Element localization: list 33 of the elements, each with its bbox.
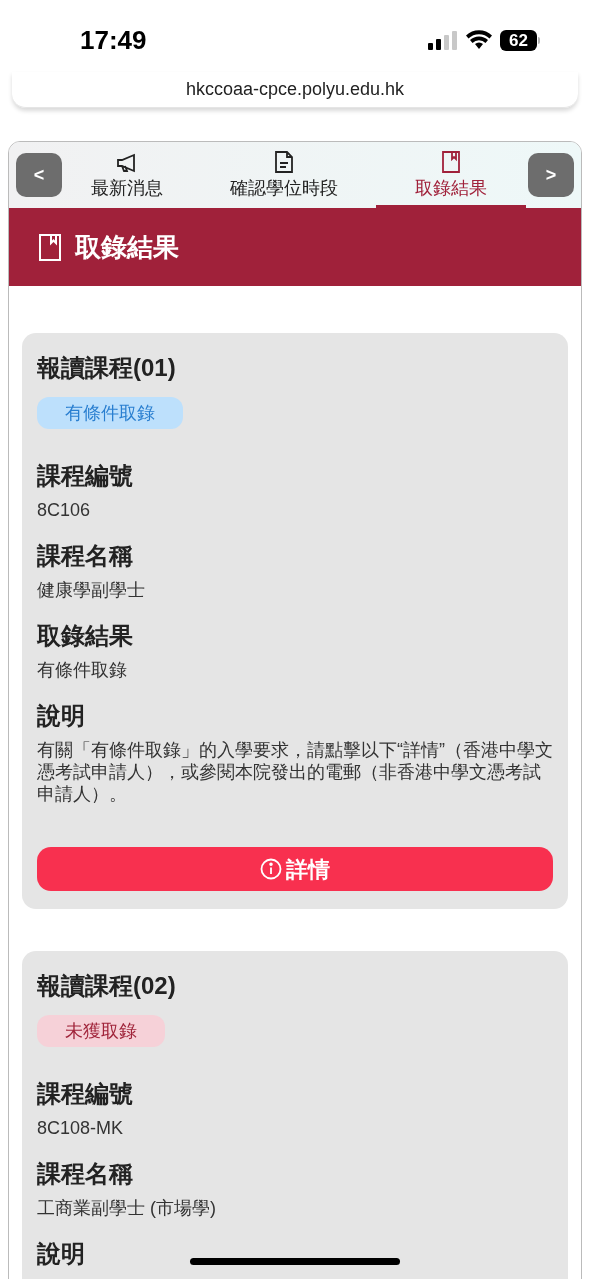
url-text[interactable]: hkccoaa-cpce.polyu.edu.hk (185, 76, 405, 103)
battery-icon: 62 (500, 29, 537, 51)
section-title: 取錄結果 (75, 230, 179, 264)
status-badge: 有條件取錄 (37, 397, 183, 429)
field-value: 有條件取錄 (37, 659, 128, 681)
field-value: 工商業副學士 (市場學) (37, 1197, 217, 1219)
info-icon (260, 858, 282, 880)
field-value: 有關「有條件取錄」的入學要求，請點擊以下“詳情”（香港中學文憑考試申請人），或參閱本院發出的電郵（非香港中學文憑考試申請人）。 (37, 739, 553, 805)
signal-icon (428, 30, 458, 50)
field-value: 8C108-MK (37, 1117, 125, 1139)
field-label: 課程名稱 (37, 1159, 133, 1189)
field-label: 說明 (37, 1239, 85, 1269)
field-value: 健康學副學士 (37, 579, 146, 601)
field-label: 課程編號 (37, 461, 133, 491)
bookmark-icon (442, 151, 460, 173)
megaphone-icon (116, 153, 138, 173)
field-label: 課程名稱 (37, 541, 133, 571)
field-label: 課程編號 (37, 1079, 133, 1109)
field-value: 8C106 (37, 499, 92, 521)
wifi-icon (466, 30, 492, 50)
next-button[interactable]: > (528, 153, 574, 197)
tab[interactable]: 最新消息 (62, 142, 192, 208)
course-title: 報讀課程(02) (37, 971, 176, 1001)
document-icon (275, 151, 293, 173)
clock-time: 17:49 (80, 23, 147, 57)
field-label: 說明 (37, 701, 85, 731)
field-label: 取錄結果 (37, 621, 133, 651)
details-button[interactable]: 詳情 (37, 847, 553, 891)
course-title: 報讀課程(01) (37, 353, 176, 383)
bookmark-icon (39, 233, 61, 261)
status-badge: 未獲取錄 (37, 1015, 165, 1047)
tab[interactable]: 確認學位時段 (192, 142, 376, 208)
previous-button[interactable]: < (16, 153, 62, 197)
